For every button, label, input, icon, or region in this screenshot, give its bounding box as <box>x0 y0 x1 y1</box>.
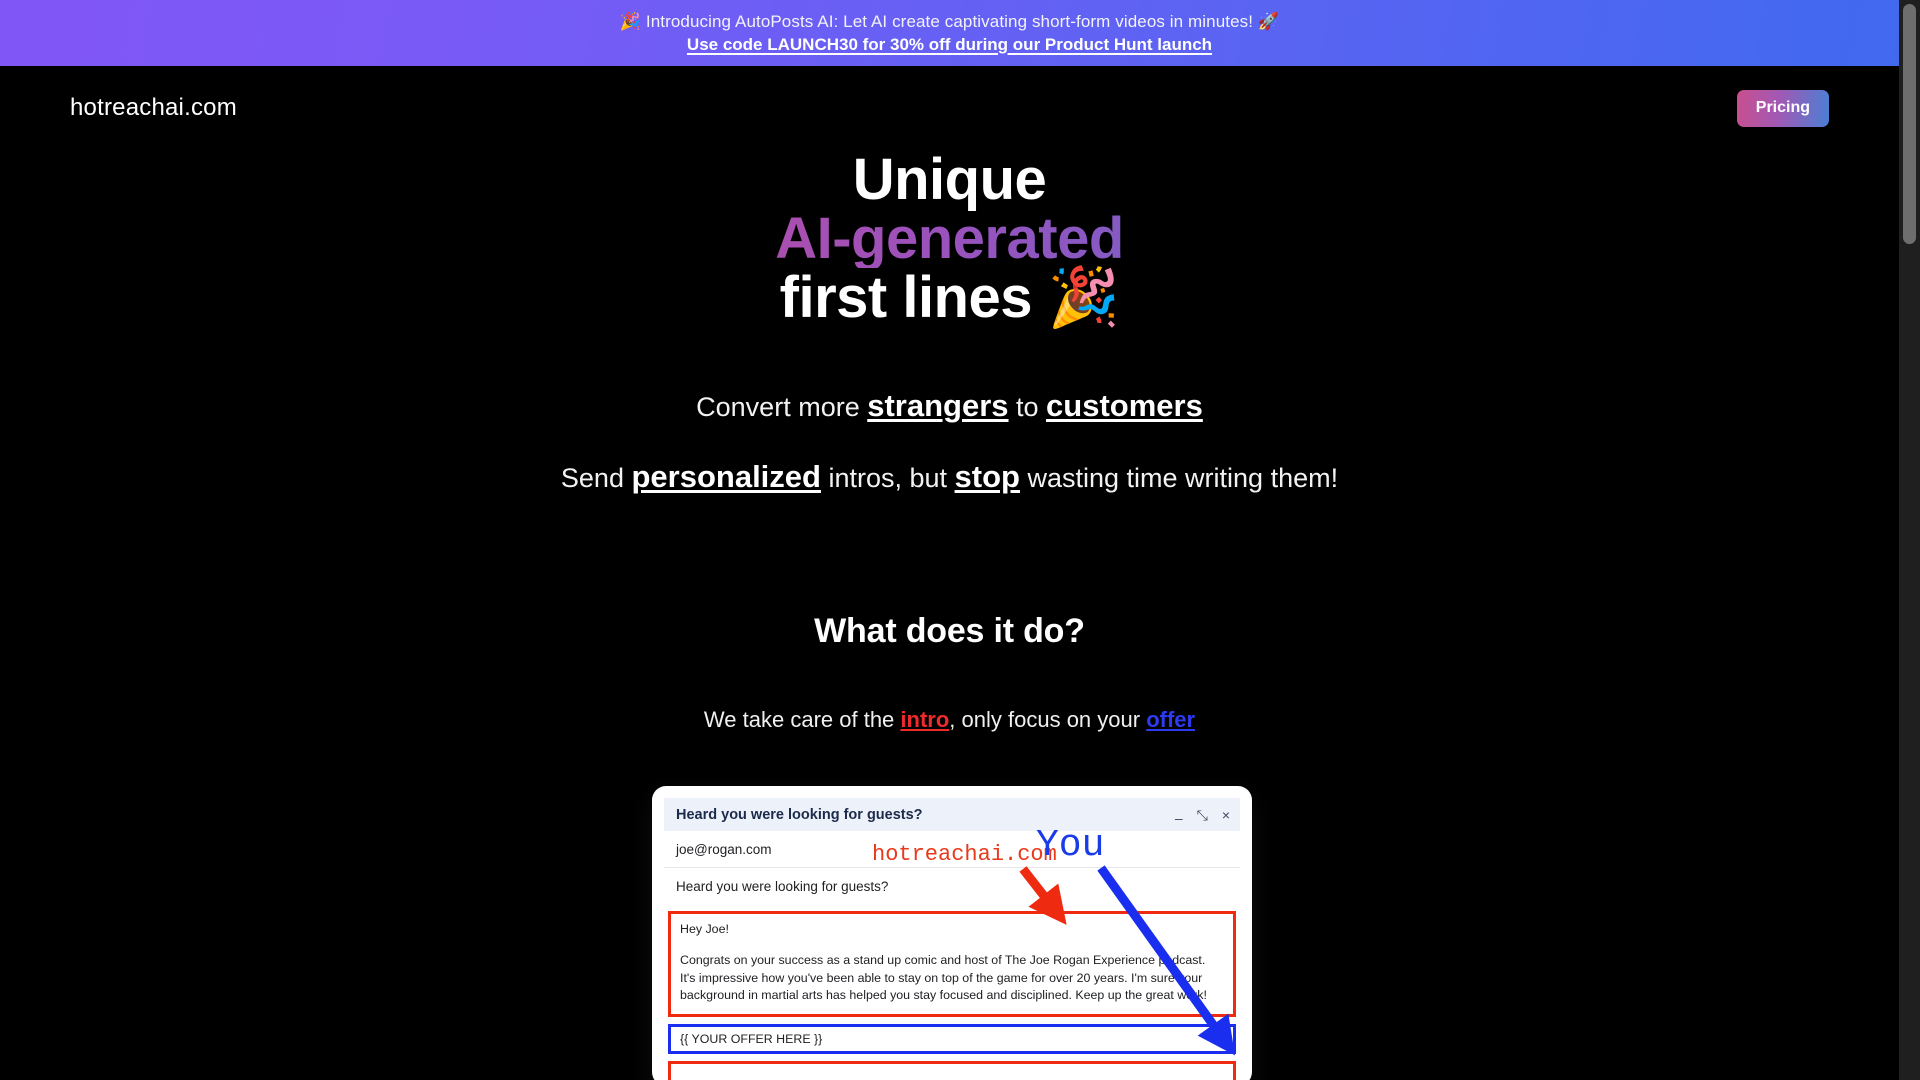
hero-sub1-mid: to <box>1008 392 1047 422</box>
what-does-it-do-title: What does it do? <box>814 612 1085 650</box>
promo-banner-headline: 🎉 Introducing AutoPosts AI: Let AI creat… <box>619 11 1280 31</box>
email-body-paragraph: Congrats on your success as a stand up c… <box>680 953 1207 1002</box>
hero-subtitle-1: Convert more strangers to customers <box>0 389 1899 424</box>
compose-window: Heard you were looking for guests? – ⤡ ×… <box>664 798 1240 1080</box>
minimize-icon[interactable]: – <box>1175 811 1183 825</box>
hero-sub2-prefix: Send <box>560 463 632 493</box>
email-body-greeting: Hey Joe! <box>680 922 729 936</box>
close-icon[interactable]: × <box>1222 808 1230 822</box>
hero-sub1-emphasis-customers: customers <box>1046 388 1203 423</box>
offer-link[interactable]: offer <box>1146 707 1195 732</box>
what-sub-mid: , only focus on your <box>949 707 1147 732</box>
window-controls: – ⤡ × <box>1175 808 1230 825</box>
recipient-field[interactable]: joe@rogan.com <box>664 831 1240 868</box>
hero-section: Unique AI-generated first lines 🎉 Conver… <box>0 150 1899 495</box>
what-sub-prefix: We take care of the <box>703 707 901 732</box>
compose-window-header: Heard you were looking for guests? – ⤡ × <box>664 798 1240 831</box>
page-root: 🎉 Introducing AutoPosts AI: Let AI creat… <box>0 0 1920 1080</box>
hero-sub2-suffix: wasting time writing them! <box>1019 463 1339 493</box>
party-popper-icon: 🎉 <box>1047 265 1120 330</box>
hero-sub2-emphasis-stop: stop <box>954 459 1020 494</box>
hero-title-line-1: Unique <box>852 147 1047 212</box>
email-mockup-card: Heard you were looking for guests? – ⤡ ×… <box>652 786 1252 1080</box>
hero-title-line-3: first lines 🎉 <box>0 268 1899 327</box>
page-scrollbar[interactable] <box>1899 0 1920 1080</box>
hero-sub2-mid: intros, but <box>820 463 955 493</box>
hero-sub1-prefix: Convert more <box>696 392 868 422</box>
page-title: Unique AI-generated first lines 🎉 <box>0 150 1899 327</box>
expand-icon[interactable]: ⤡ <box>1197 808 1208 822</box>
hero-sub1-emphasis-strangers: strangers <box>867 388 1009 423</box>
subject-field[interactable]: Heard you were looking for guests? <box>664 868 1240 905</box>
hero-subtitle-2: Send personalized intros, but stop wasti… <box>0 460 1899 495</box>
promo-banner-cta-link[interactable]: Use code LAUNCH30 for 30% off during our… <box>687 35 1212 55</box>
email-intro-body-box[interactable]: Hey Joe! Congrats on your success as a s… <box>668 911 1236 1017</box>
email-signature-box[interactable] <box>668 1060 1236 1080</box>
brand-logo[interactable]: hotreachai.com <box>70 94 237 122</box>
page-scrollbar-thumb[interactable] <box>1903 4 1916 244</box>
hero-sub2-emphasis-personalized: personalized <box>631 459 821 494</box>
email-offer-box[interactable]: {{ YOUR OFFER HERE }} <box>668 1023 1236 1054</box>
intro-link[interactable]: intro <box>900 707 949 732</box>
what-does-it-do-subtitle: We take care of the intro, only focus on… <box>0 707 1899 733</box>
site-header: hotreachai.com Pricing <box>0 66 1899 150</box>
hero-title-line-3-text: first lines <box>779 265 1033 330</box>
hero-title-line-2: AI-generated <box>0 209 1899 268</box>
pricing-button[interactable]: Pricing <box>1736 89 1829 127</box>
compose-header-subject: Heard you were looking for guests? <box>676 806 923 823</box>
promo-banner[interactable]: 🎉 Introducing AutoPosts AI: Let AI creat… <box>0 0 1899 66</box>
